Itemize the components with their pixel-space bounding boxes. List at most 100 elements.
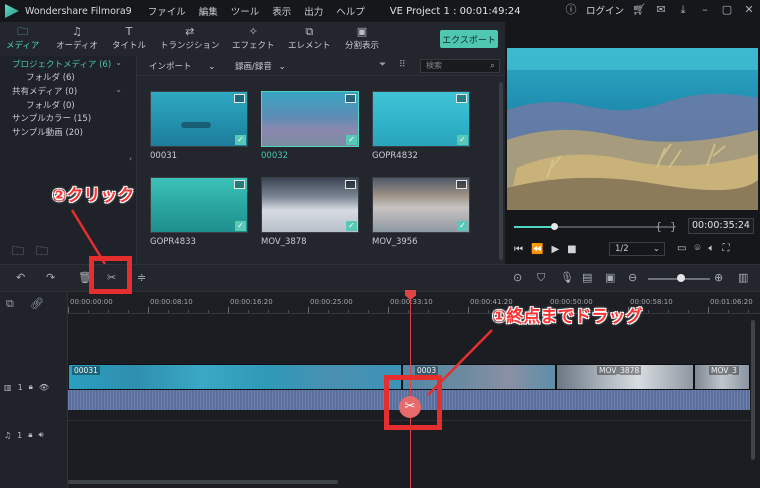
minimize-icon[interactable]: – bbox=[698, 3, 712, 17]
media-thumb[interactable]: ✓ bbox=[372, 177, 470, 233]
mark-in-out-icon[interactable]: {} bbox=[655, 220, 685, 233]
play-icon[interactable]: ▶ bbox=[551, 244, 559, 255]
lock-icon[interactable]: 🔒︎ bbox=[29, 382, 33, 392]
tab-transition[interactable]: ⇄ トランジション bbox=[160, 25, 220, 51]
download-icon[interactable]: ⤓ bbox=[676, 3, 690, 17]
collapse-panel-icon[interactable]: ‹ bbox=[129, 154, 132, 163]
tab-elements-label: エレメント bbox=[288, 41, 331, 51]
camera-icon[interactable]: ⌾ bbox=[694, 243, 700, 254]
menu-help[interactable]: ヘルプ bbox=[336, 4, 365, 18]
panel-toggle-icon[interactable]: ▥ bbox=[738, 271, 748, 284]
video-clip[interactable]: MOV_3 bbox=[694, 364, 750, 390]
cart-icon[interactable]: 🛒︎ bbox=[632, 3, 646, 17]
record-dropdown[interactable]: 録画/録音 ⌄ bbox=[235, 60, 286, 72]
preview-scrubber[interactable] bbox=[514, 223, 674, 230]
tab-split-screen[interactable]: ▣ 分割表示 bbox=[345, 25, 379, 51]
render-icon[interactable]: ⊙ bbox=[513, 271, 522, 284]
import-dropdown[interactable]: インポート ⌄ bbox=[149, 60, 215, 72]
media-thumb-label: MOV_3956 bbox=[372, 237, 418, 247]
tab-bar: 🗀︎ メディア ♫ オーディオ T タイトル ⇄ トランジション ✧ エフェクト… bbox=[0, 22, 505, 56]
fullscreen-icon[interactable]: ⛶ bbox=[722, 243, 729, 254]
menu-edit[interactable]: 編集 bbox=[199, 4, 218, 18]
tab-audio[interactable]: ♫ オーディオ bbox=[56, 25, 98, 51]
mail-icon[interactable]: ✉︎ bbox=[654, 3, 668, 17]
close-icon[interactable]: ✕ bbox=[742, 3, 756, 17]
volume-icon[interactable]: 🔈︎ bbox=[708, 243, 714, 254]
chevron-down-icon[interactable]: ⌄ bbox=[115, 85, 122, 94]
library-shared-folder[interactable]: フォルダ (0) bbox=[26, 99, 75, 111]
preview-video bbox=[507, 48, 758, 210]
adjust-icon[interactable]: ≑ bbox=[137, 271, 146, 284]
search-icon[interactable]: ⌕ bbox=[490, 60, 495, 72]
library-sample-videos[interactable]: サンプル動画 (20) bbox=[12, 126, 83, 138]
menu-tools[interactable]: ツール bbox=[231, 4, 260, 18]
filter-icon[interactable]: ⏷ bbox=[379, 60, 386, 70]
track-headers: ⧉ 🔗︎ ▥ 1 🔒︎ 👁︎ ♫ 1 🔒︎ 🔊︎ bbox=[0, 292, 68, 488]
effects-icon: ✧ bbox=[248, 25, 258, 38]
chevron-down-icon[interactable]: ⌄ bbox=[115, 58, 122, 67]
checkmark-icon: ✓ bbox=[457, 221, 468, 231]
stop-icon[interactable]: ■ bbox=[567, 244, 576, 255]
filmora-logo-icon bbox=[5, 4, 19, 18]
transition-icon: ⇄ bbox=[185, 25, 195, 38]
media-thumb-selected[interactable]: ✓ bbox=[261, 91, 359, 147]
media-thumb-label: 00031 bbox=[150, 151, 178, 161]
video-clip[interactable]: 00031 bbox=[68, 364, 402, 390]
search-input[interactable]: 検索 ⌕ bbox=[420, 59, 500, 73]
login-button[interactable]: ログイン bbox=[586, 3, 624, 17]
menu-file[interactable]: ファイル bbox=[148, 4, 186, 18]
media-thumb-label: 00032 bbox=[261, 151, 289, 161]
clip-label: 00031 bbox=[72, 366, 100, 375]
lock-icon[interactable]: 🔒︎ bbox=[28, 430, 32, 440]
redo-icon[interactable]: ↷ bbox=[46, 271, 55, 284]
eye-icon[interactable]: 👁︎ bbox=[39, 383, 49, 392]
menu-output[interactable]: 出力 bbox=[304, 4, 323, 18]
media-thumb-label: GOPR4833 bbox=[150, 237, 196, 247]
grid-view-icon[interactable]: ⠿ bbox=[399, 60, 406, 70]
checkmark-icon: ✓ bbox=[235, 221, 246, 231]
library-sample-colors[interactable]: サンプルカラー (15) bbox=[12, 112, 91, 124]
zoom-slider-handle[interactable] bbox=[677, 274, 685, 282]
tab-title[interactable]: T タイトル bbox=[112, 25, 146, 51]
library-folder[interactable]: フォルダ (6) bbox=[26, 71, 75, 83]
zoom-in-icon[interactable]: ⊕ bbox=[714, 271, 723, 284]
microphone-icon[interactable]: 🎙︎ bbox=[560, 271, 574, 284]
media-browser: インポート ⌄ 録画/録音 ⌄ ⏷ ⠿ 検索 ⌕ ✓ 00031 ✓ 00032… bbox=[137, 56, 505, 264]
media-thumb[interactable]: ✓ bbox=[150, 177, 248, 233]
preview-actions: ▭ ⌾ 🔈︎ ⛶ bbox=[677, 243, 729, 254]
tab-effects[interactable]: ✧ エフェクト bbox=[232, 25, 275, 51]
tab-media[interactable]: 🗀︎ メディア bbox=[6, 25, 39, 51]
volume-icon[interactable]: 🔊︎ bbox=[39, 430, 44, 440]
undo-icon[interactable]: ↶ bbox=[16, 271, 25, 284]
timeline-horizontal-scrollbar[interactable] bbox=[68, 480, 338, 484]
snapshot-icon[interactable]: ▣ bbox=[605, 271, 615, 284]
zoom-out-icon[interactable]: ⊖ bbox=[628, 271, 637, 284]
media-thumb[interactable]: ✓ bbox=[261, 177, 359, 233]
browser-scrollbar[interactable] bbox=[499, 82, 503, 260]
voiceover-icon[interactable]: ▤ bbox=[582, 271, 592, 284]
library-project-media[interactable]: プロジェクトメディア (6) bbox=[12, 58, 111, 70]
tab-elements[interactable]: ⧉ エレメント bbox=[288, 25, 331, 51]
monitor-icon[interactable]: ▭ bbox=[677, 243, 686, 254]
playback-quality-select[interactable]: 1/2 ⌄ bbox=[609, 242, 665, 256]
scrubber-handle[interactable] bbox=[551, 223, 558, 230]
video-clip[interactable]: MOV_3878 bbox=[556, 364, 694, 390]
timeline-vertical-scrollbar[interactable] bbox=[751, 320, 755, 460]
new-folder-icon[interactable]: 🗀︎ bbox=[12, 242, 24, 263]
link-icon[interactable]: 🔗︎ bbox=[30, 297, 44, 310]
export-button[interactable]: エクスポート bbox=[440, 30, 498, 48]
media-thumb[interactable]: ✓ bbox=[372, 91, 470, 147]
delete-folder-icon[interactable]: 🗀︎ bbox=[36, 242, 48, 263]
media-thumb[interactable]: ✓ bbox=[150, 91, 248, 147]
add-track-icon[interactable]: ⧉ bbox=[6, 297, 14, 311]
film-icon bbox=[234, 180, 245, 189]
step-back-icon[interactable]: ⏮ bbox=[514, 244, 523, 255]
maximize-icon[interactable]: ▢ bbox=[720, 3, 734, 17]
clip-label: MOV_3878 bbox=[597, 366, 642, 375]
frame-back-icon[interactable]: ⏪ bbox=[531, 244, 543, 255]
marker-icon[interactable]: ⛉ bbox=[537, 271, 545, 285]
library-shared-media[interactable]: 共有メディア (0) bbox=[12, 85, 77, 97]
menu-view[interactable]: 表示 bbox=[272, 4, 291, 18]
info-icon[interactable]: ⓘ bbox=[564, 3, 578, 17]
checkmark-icon: ✓ bbox=[235, 135, 246, 145]
